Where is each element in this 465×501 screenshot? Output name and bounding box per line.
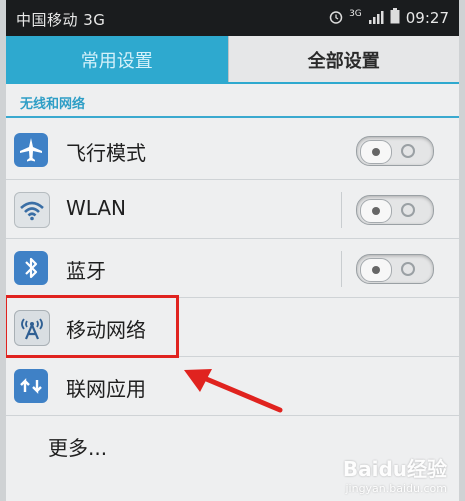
row-label: 联网应用 [66,377,146,401]
tab-all-settings[interactable]: 全部设置 [227,36,459,84]
settings-screen: 中国移动 3G 3G 09:27 常用设置 全部设置 无线和网络 飞行模式 WL… [6,0,459,501]
status-bar: 中国移动 3G 3G 09:27 [6,0,459,36]
tab-divider [6,82,459,84]
airplane-mode-toggle[interactable] [356,136,434,166]
row-wlan[interactable]: WLAN [6,180,459,239]
toggle-ring [401,144,415,158]
section-header-wireless: 无线和网络 [6,88,459,118]
signal-icon [368,9,384,28]
row-label: 更多... [48,436,108,460]
row-label: 蓝牙 [66,259,106,283]
tab-label: 常用设置 [80,51,153,72]
clock: 09:27 [405,9,449,27]
toggle-knob [360,140,392,164]
tab-common-settings[interactable]: 常用设置 [6,36,228,84]
carrier-name: 中国移动 3G [16,11,106,29]
row-divider [341,251,342,287]
status-icons: 3G 09:27 [329,8,449,28]
watermark: Baidu经验 jingyan.baidu.com [343,453,447,495]
airplane-icon [14,133,48,167]
wifi-icon [14,192,50,228]
toggle-ring [401,262,415,276]
row-label: WLAN [66,196,127,220]
toggle-ring [401,203,415,217]
wlan-toggle[interactable] [356,195,434,225]
toggle-knob [360,258,392,282]
settings-tabs: 常用设置 全部设置 [6,36,459,84]
alarm-icon [329,9,343,28]
tab-label: 全部设置 [307,51,380,72]
arrow-annotation-icon [176,365,286,419]
bluetooth-toggle[interactable] [356,254,434,284]
toggle-knob [360,199,392,223]
watermark-url: jingyan.baidu.com [345,482,447,495]
bluetooth-icon [14,251,48,285]
section-title: 无线和网络 [20,97,86,112]
battery-icon [390,8,400,28]
highlight-box [6,295,179,358]
row-divider [341,192,342,228]
watermark-brand: Baidu经验 [342,457,447,481]
sync-icon [14,369,48,403]
row-bluetooth[interactable]: 蓝牙 [6,239,459,298]
row-label: 飞行模式 [66,141,146,165]
network-type: 3G [349,9,362,19]
row-airplane-mode[interactable]: 飞行模式 [6,121,459,180]
